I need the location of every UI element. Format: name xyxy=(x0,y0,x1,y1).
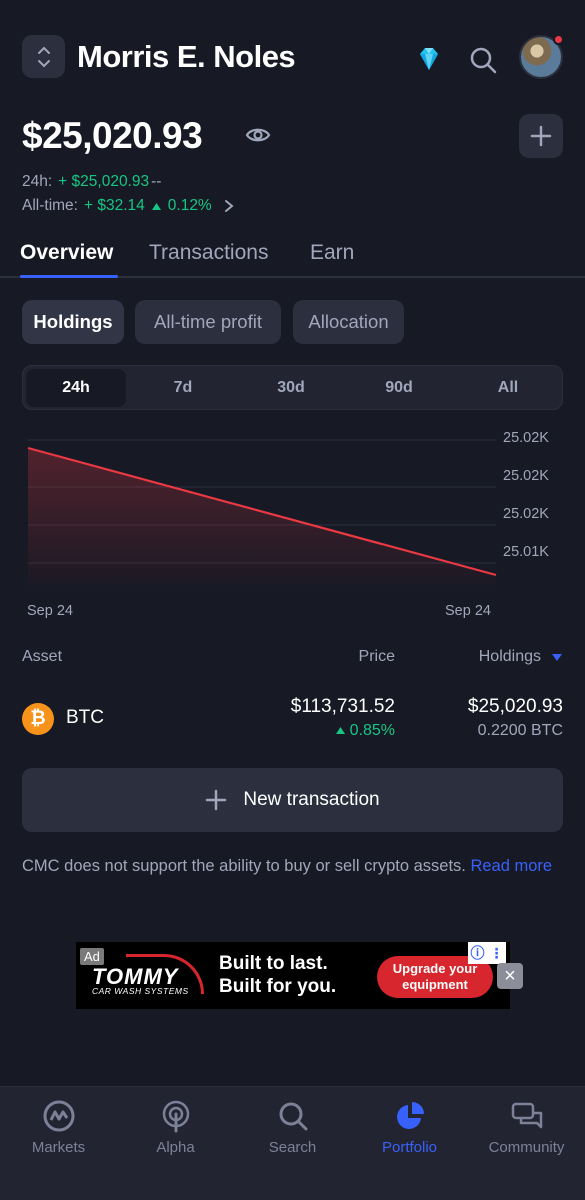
nav-label: Alpha xyxy=(156,1139,195,1156)
chip-alltime-profit[interactable]: All-time profit xyxy=(135,300,281,344)
ad-headline-line: Built to last. xyxy=(219,953,328,974)
nav-label: Portfolio xyxy=(381,1139,438,1156)
ad-close-icon[interactable]: × xyxy=(497,963,523,989)
nav-label: Markets xyxy=(31,1139,86,1156)
y-tick-label: 25.02K xyxy=(503,468,549,484)
chip-holdings[interactable]: Holdings xyxy=(22,300,124,344)
alltime-pct: 0.12% xyxy=(167,197,212,214)
plus-icon xyxy=(206,789,227,811)
pie-chart-icon xyxy=(396,1102,424,1129)
tab-active-indicator xyxy=(20,275,118,278)
ad-headline-line: Built for you. xyxy=(219,976,337,997)
nav-markets[interactable]: Markets xyxy=(0,1099,117,1156)
nav-community[interactable]: Community xyxy=(468,1099,585,1156)
add-button[interactable] xyxy=(519,114,563,158)
y-tick-label: 25.01K xyxy=(503,544,549,560)
ad-badge: Ad xyxy=(80,948,104,965)
diamond-icon[interactable] xyxy=(414,44,444,74)
new-transaction-label: New transaction xyxy=(243,789,380,810)
portfolio-chart xyxy=(27,439,497,585)
tab-transactions[interactable]: Transactions xyxy=(149,238,268,268)
nav-portfolio[interactable]: Portfolio xyxy=(351,1099,468,1156)
column-header-holdings[interactable]: Holdings xyxy=(479,648,541,666)
caret-up-icon xyxy=(151,202,161,210)
nav-label: Search xyxy=(268,1139,317,1156)
chat-bubbles-icon xyxy=(511,1102,542,1129)
sort-arrows-icon xyxy=(37,46,50,67)
read-more-link[interactable]: Read more xyxy=(470,857,552,875)
plus-icon xyxy=(530,125,552,147)
chart-area-fill xyxy=(28,448,496,585)
change-24h-row: 24h: + $25,020.93 -- xyxy=(22,172,161,192)
timeframe-all[interactable]: All xyxy=(458,369,558,407)
nav-search[interactable]: Search xyxy=(234,1099,351,1156)
bottom-navigation: Markets Alpha Search Portfolio Community xyxy=(0,1086,585,1200)
x-tick-label: Sep 24 xyxy=(445,603,491,619)
ad-brand-sub: CAR WASH SYSTEMS xyxy=(92,986,189,996)
timeframe-24h[interactable]: 24h xyxy=(26,369,126,407)
y-tick-label: 25.02K xyxy=(503,506,549,522)
disclaimer: CMC does not support the ability to buy … xyxy=(22,854,563,879)
disclaimer-text: CMC does not support the ability to buy … xyxy=(22,857,471,875)
notification-dot xyxy=(553,34,564,45)
eye-icon[interactable] xyxy=(245,124,271,146)
asset-price: $113,731.52 xyxy=(290,696,395,717)
timeframe-selector: 24h 7d 30d 90d All xyxy=(22,365,563,410)
column-header-asset: Asset xyxy=(22,648,63,665)
holding-amount: 0.2200 BTC xyxy=(477,722,563,739)
markets-icon xyxy=(43,1100,74,1132)
asset-change-value: 0.85% xyxy=(349,722,395,739)
timeframe-90d[interactable]: 90d xyxy=(349,369,449,407)
alltime-label: All-time: xyxy=(22,197,78,214)
sort-down-icon[interactable] xyxy=(551,652,563,662)
new-transaction-button[interactable]: New transaction xyxy=(22,768,563,832)
change-24h-value: + $25,020.93 xyxy=(58,173,150,190)
chip-allocation[interactable]: Allocation xyxy=(293,300,404,344)
chevron-right-icon xyxy=(224,200,234,212)
nav-label: Community xyxy=(488,1139,565,1156)
asset-change: 0.85% xyxy=(335,722,395,740)
y-tick-label: 25.02K xyxy=(503,430,549,446)
caret-up-icon xyxy=(335,727,345,734)
column-header-price[interactable]: Price xyxy=(359,648,395,666)
portfolio-switch-button[interactable] xyxy=(22,35,65,78)
change-24h-label: 24h: xyxy=(22,173,53,190)
timeframe-7d[interactable]: 7d xyxy=(133,369,233,407)
alltime-row[interactable]: All-time: + $32.14 0.12% xyxy=(22,196,236,216)
nav-alpha[interactable]: Alpha xyxy=(117,1099,234,1156)
search-icon[interactable] xyxy=(469,46,497,74)
btc-icon: ₿ xyxy=(22,703,54,735)
x-tick-label: Sep 24 xyxy=(27,603,73,619)
tab-overview[interactable]: Overview xyxy=(20,238,113,268)
change-24h-pct: -- xyxy=(151,173,162,190)
tab-earn[interactable]: Earn xyxy=(310,238,354,268)
ad-info-icon[interactable]: ⓘ ⋮ xyxy=(468,942,506,964)
holding-value: $25,020.93 xyxy=(467,696,563,717)
ad-banner[interactable]: Ad TOMMY CAR WASH SYSTEMS Built to last.… xyxy=(76,942,510,1009)
portfolio-name[interactable]: Morris E. Noles xyxy=(77,36,296,78)
alltime-value: + $32.14 xyxy=(83,197,145,214)
ad-headline: Built to last. Built for you. xyxy=(219,952,336,998)
total-balance: $25,020.93 xyxy=(22,115,203,156)
tab-bar: Overview Transactions Earn xyxy=(0,238,585,278)
timeframe-30d[interactable]: 30d xyxy=(241,369,341,407)
asset-symbol[interactable]: BTC xyxy=(66,707,104,729)
alpha-icon xyxy=(162,1100,189,1133)
search-icon xyxy=(279,1102,307,1131)
